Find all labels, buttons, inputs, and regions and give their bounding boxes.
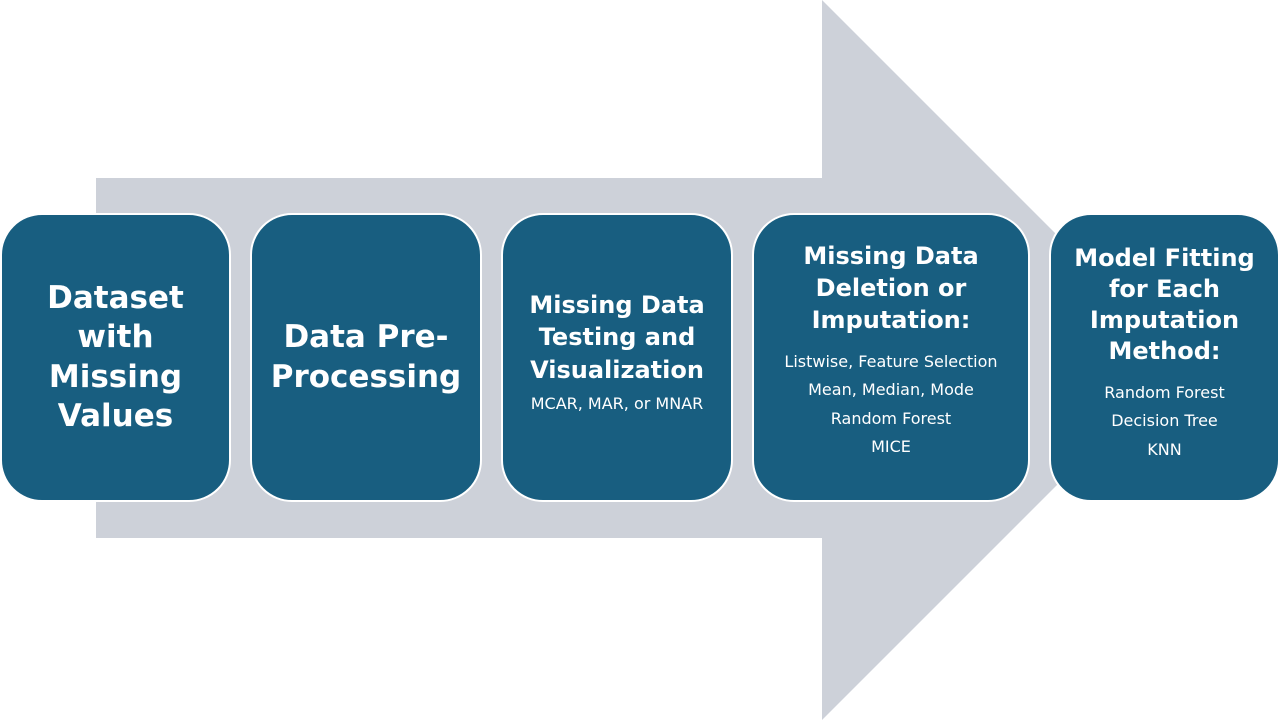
step-item: MICE bbox=[871, 437, 911, 456]
step-title: Missing Data Deletion or Imputation: bbox=[803, 241, 979, 334]
step-items: Listwise, Feature Selection Mean, Median… bbox=[784, 348, 997, 462]
step-data-pre-processing: Data Pre-Processing bbox=[250, 213, 482, 502]
step-title: Dataset with Missing Values bbox=[47, 279, 184, 435]
step-item: KNN bbox=[1147, 439, 1182, 459]
step-missing-data-testing: Missing Data Testing and Visualization M… bbox=[501, 213, 733, 502]
step-item: Decision Tree bbox=[1111, 411, 1218, 431]
step-item: Random Forest bbox=[830, 408, 952, 428]
step-item: Random Forest bbox=[1104, 382, 1225, 402]
step-items: Random Forest Decision Tree KNN bbox=[1104, 379, 1224, 465]
step-item: Mean, Median, Mode bbox=[808, 380, 974, 399]
step-title: Data Pre-Processing bbox=[270, 319, 462, 395]
step-title: Missing Data Testing and Visualization bbox=[529, 290, 705, 384]
step-missing-data-deletion-imputation: Missing Data Deletion or Imputation: Lis… bbox=[752, 213, 1030, 502]
step-item: Listwise, Feature Selection bbox=[784, 351, 998, 371]
step-items: MCAR, MAR, or MNAR bbox=[531, 390, 704, 419]
step-model-fitting: Model Fitting for Each Imputation Method… bbox=[1049, 213, 1280, 502]
step-dataset-with-missing-values: Dataset with Missing Values bbox=[0, 213, 231, 502]
step-item: MCAR, MAR, or MNAR bbox=[530, 394, 704, 413]
step-title: Model Fitting for Each Imputation Method… bbox=[1074, 243, 1255, 365]
